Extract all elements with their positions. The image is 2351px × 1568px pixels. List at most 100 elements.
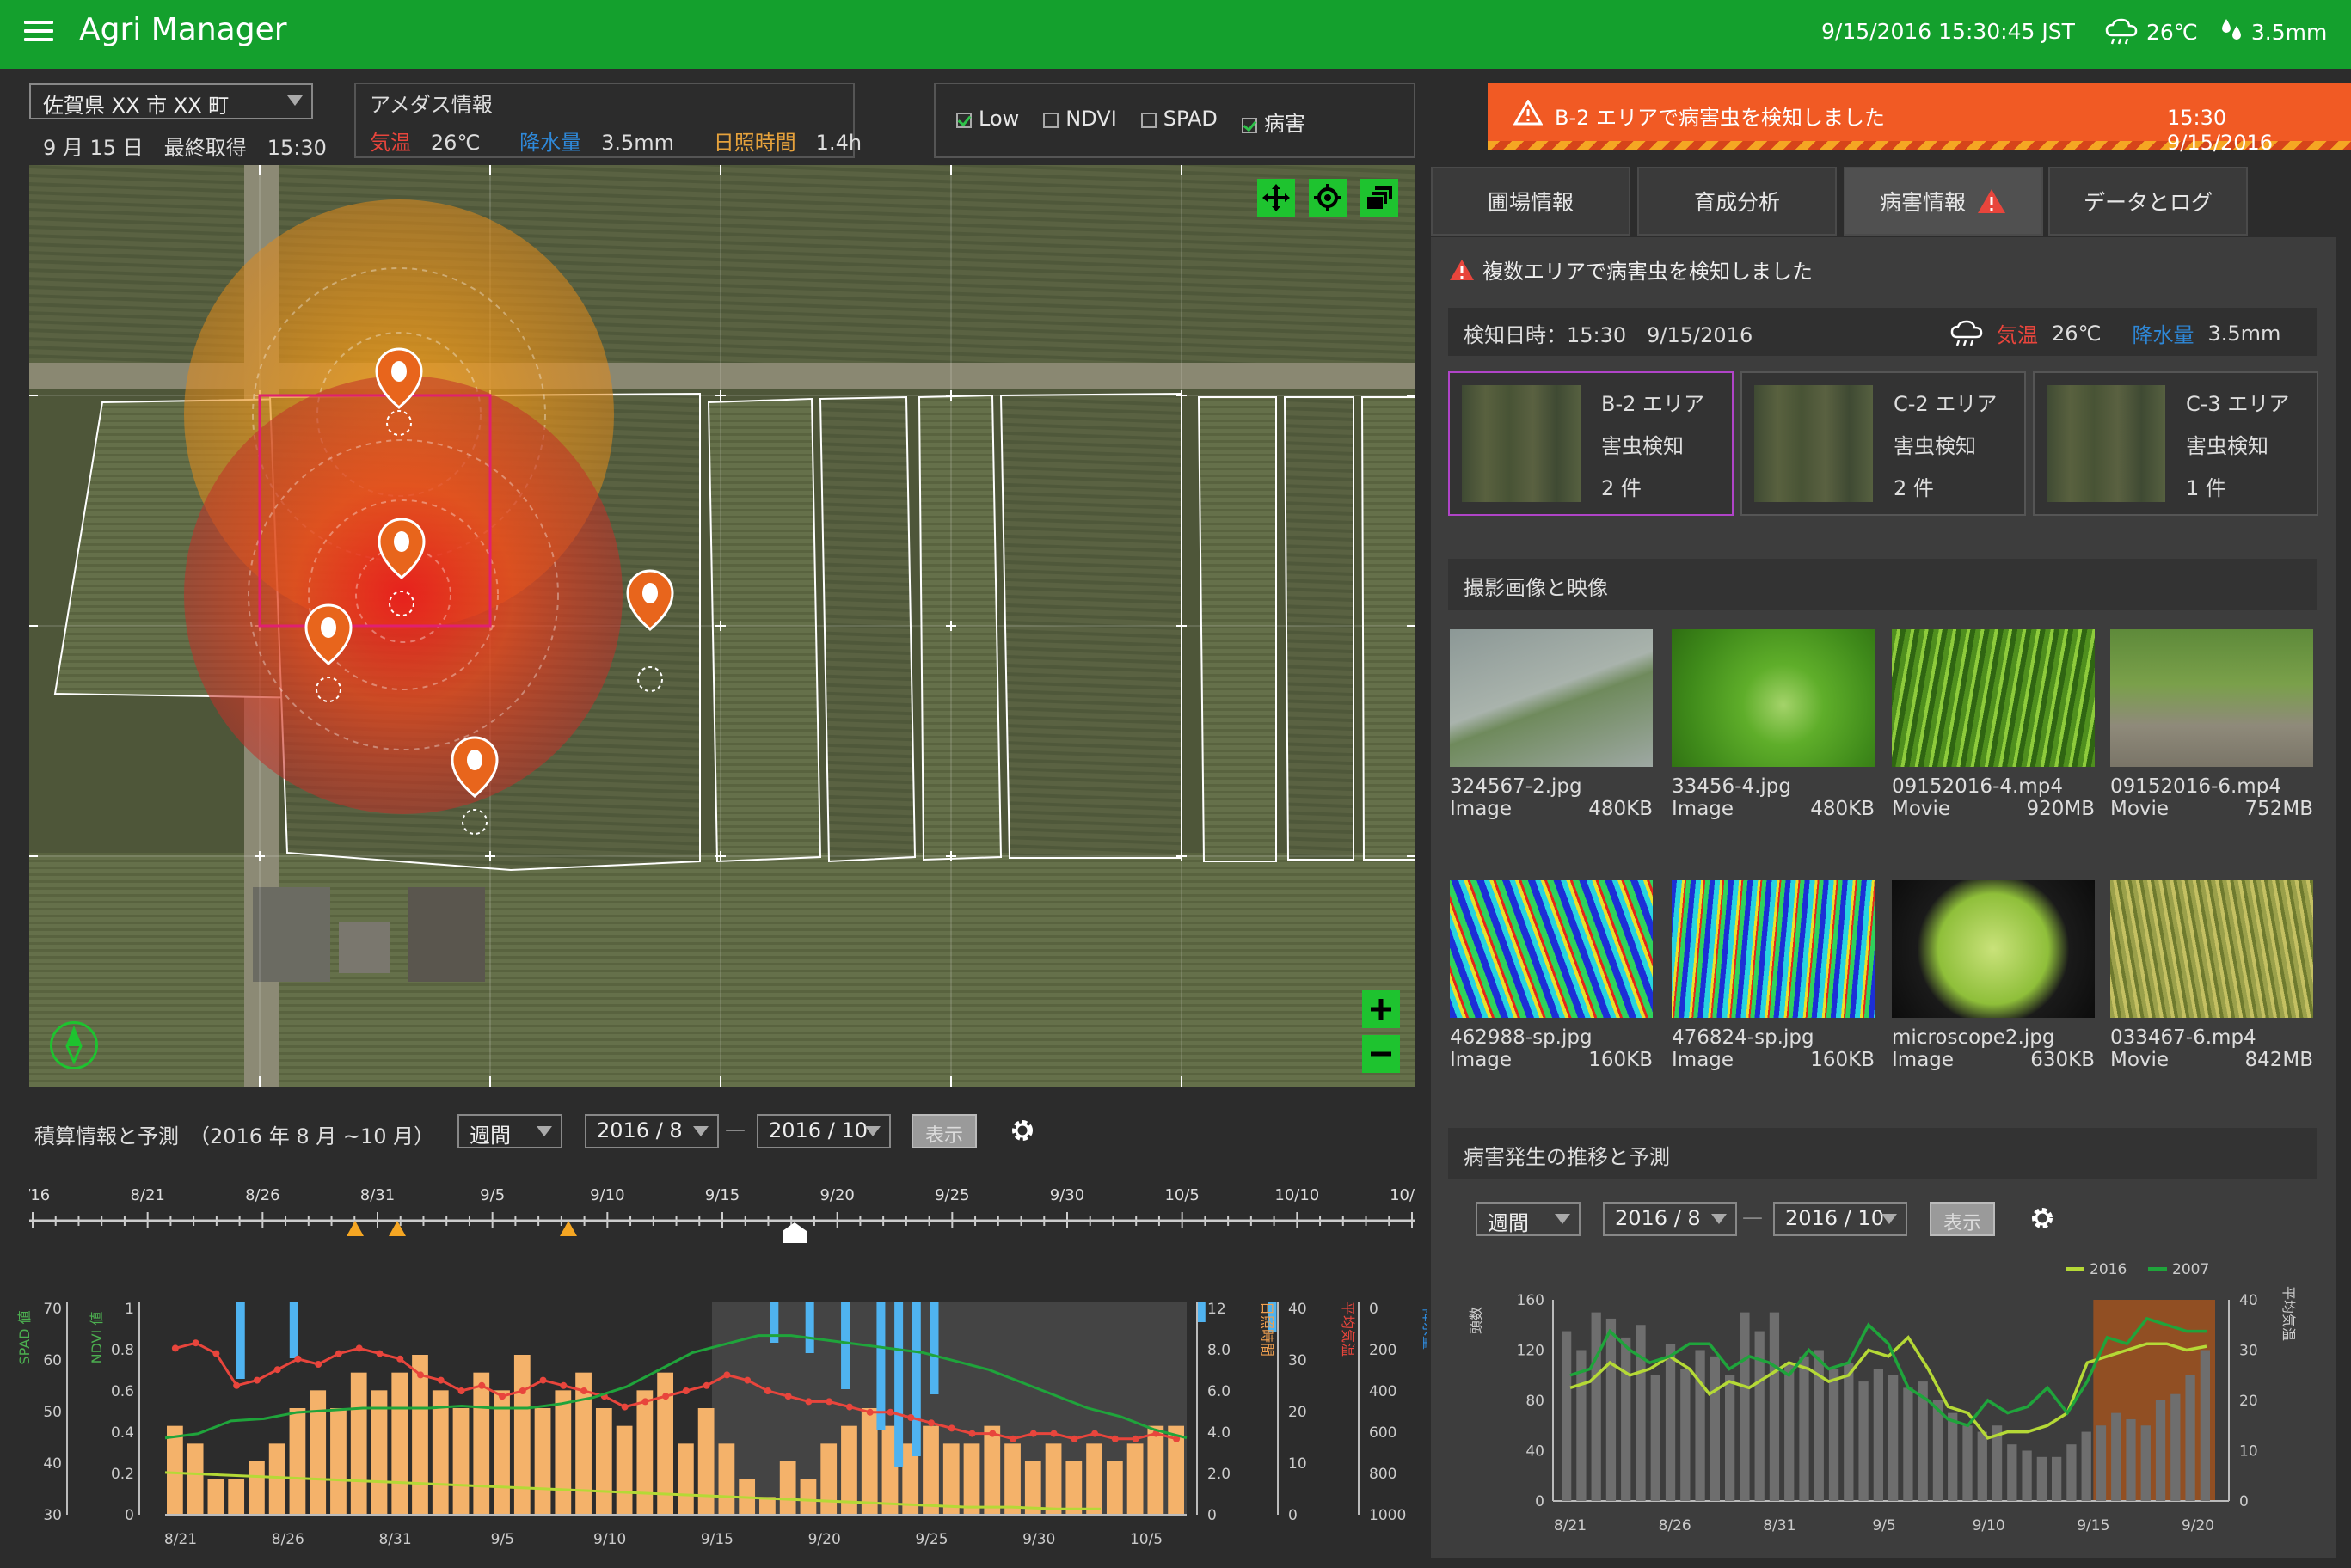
trend-show-button[interactable]: 表示 <box>1930 1202 1996 1236</box>
media-size: 842MB <box>2244 1049 2313 1071</box>
count-bar <box>2081 1431 2091 1501</box>
area-name: C-2 エリア <box>1894 392 1998 416</box>
axis-tick-label: 8.0 <box>1207 1342 1231 1359</box>
minus-icon <box>1371 1051 1391 1057</box>
media-type: Image <box>1892 1049 1955 1071</box>
temp-point <box>805 1398 813 1406</box>
temp-point <box>560 1381 568 1389</box>
layer-ndvi-checkbox[interactable]: NDVI <box>1043 107 1117 137</box>
cumulative-from-select[interactable]: 2016 / 8 <box>585 1114 719 1148</box>
tab-disease-info[interactable]: 病害情報 <box>1844 167 2043 236</box>
count-bar <box>2066 1444 2077 1501</box>
trend-to-select[interactable]: 2016 / 10 <box>1773 1202 1907 1236</box>
count-bar <box>1844 1363 1854 1501</box>
temp-point <box>417 1371 424 1379</box>
count-bar <box>1680 1369 1691 1501</box>
field-map[interactable] <box>29 165 1415 1087</box>
media-filename: 324567-2.jpg <box>1450 775 1582 798</box>
cumulative-to-select[interactable]: 2016 / 10 <box>757 1114 891 1148</box>
header-datetime: 9/15/2016 15:30:45 JST <box>1821 19 2075 44</box>
gear-icon[interactable] <box>1008 1116 1037 1148</box>
layer-disease-checkbox[interactable]: 病害 <box>1241 107 1305 137</box>
axis-tick-label: 0 <box>125 1507 134 1524</box>
media-size: 480KB <box>1588 798 1653 820</box>
crosshair-icon <box>1314 184 1341 211</box>
cumulative-period-select[interactable]: 週間 <box>457 1114 562 1148</box>
area-card-c3[interactable]: C-3 エリア 害虫検知 1 件 <box>2033 371 2318 516</box>
media-item[interactable]: 33456-4.jpg Image 480KB <box>1672 629 1875 820</box>
media-type: Image <box>1672 1049 1734 1071</box>
axis-tick-label: 4.0 <box>1207 1424 1231 1442</box>
y2-axis-title: 平均気温 <box>2280 1286 2297 1341</box>
sunshine-bar <box>1086 1443 1102 1515</box>
media-item[interactable]: 324567-2.jpg Image 480KB <box>1450 629 1653 820</box>
count-bar <box>1695 1350 1705 1501</box>
sunshine-bar <box>800 1479 817 1515</box>
media-size: 160KB <box>1810 1049 1875 1071</box>
sunshine-bar <box>942 1443 960 1515</box>
y2-tick-label: 40 <box>2239 1292 2258 1309</box>
pan-move-button[interactable] <box>1257 179 1295 217</box>
tab-growth-analysis[interactable]: 育成分析 <box>1637 167 1837 236</box>
zoom-out-button[interactable] <box>1362 1035 1400 1073</box>
timeline-slider[interactable]: 8/16 8/21 8/26 8/31 9/5 9/10 9/15 9/20 9/25 9/30 1… <box>15 1178 1434 1264</box>
amedas-temp-label: 気温 <box>370 131 411 155</box>
count-bar <box>1754 1331 1765 1501</box>
temp-point <box>948 1424 955 1432</box>
timeline-label: 9/20 <box>819 1186 854 1204</box>
y2-tick-label: 20 <box>2239 1393 2258 1410</box>
layer-spad-checkbox[interactable]: SPAD <box>1140 107 1218 137</box>
media-item[interactable]: 462988-sp.jpg Image 160KB <box>1450 880 1653 1071</box>
media-item[interactable]: 476824-sp.jpg Image 160KB <box>1672 880 1875 1071</box>
axis-tick-label: 400 <box>1369 1383 1396 1400</box>
media-type: Image <box>1672 798 1734 820</box>
sunshine-bar <box>697 1408 715 1515</box>
temp-point <box>682 1387 690 1394</box>
count-bar <box>1858 1381 1869 1501</box>
compass-icon[interactable] <box>50 1021 98 1069</box>
media-item[interactable]: 09152016-6.mp4 Movie 752MB <box>2110 629 2313 820</box>
sunshine-bar <box>1065 1461 1083 1515</box>
area-card-b2[interactable]: B-2 エリア 害虫検知 2 件 <box>1448 371 1734 516</box>
sunshine-bar <box>289 1408 306 1515</box>
sunshine-bar <box>228 1479 245 1515</box>
x-tick-label: 9/15 <box>2077 1517 2109 1534</box>
media-section-header: 撮影画像と映像 <box>1448 559 2317 610</box>
layers-button[interactable] <box>1360 179 1398 217</box>
axis-tick-label: 6.0 <box>1207 1383 1231 1400</box>
x-tick-label: 8/31 <box>1763 1517 1795 1534</box>
media-item[interactable]: 033467-6.mp4 Movie 842MB <box>2110 880 2313 1071</box>
trend-period-select[interactable]: 週間 <box>1476 1202 1581 1236</box>
y-tick-label: 40 <box>1525 1443 1544 1461</box>
gear-icon[interactable] <box>2028 1204 2057 1236</box>
area-count: 2 件 <box>1894 476 1934 500</box>
y-tick-label: 160 <box>1517 1292 1544 1309</box>
locate-button[interactable] <box>1309 179 1347 217</box>
zoom-in-button[interactable] <box>1362 990 1400 1028</box>
layer-low-checkbox[interactable]: Low <box>956 107 1019 137</box>
hamburger-menu-icon[interactable] <box>24 21 53 46</box>
chevron-down-icon <box>537 1126 552 1136</box>
sunshine-bar <box>1045 1443 1062 1515</box>
trend-from-select[interactable]: 2016 / 8 <box>1603 1202 1737 1236</box>
media-item[interactable]: 09152016-4.mp4 Movie 920MB <box>1892 629 2095 820</box>
area-card-c2[interactable]: C-2 エリア 害虫検知 2 件 <box>1740 371 2026 516</box>
timeline-handle[interactable] <box>783 1222 807 1243</box>
tab-label: 圃場情報 <box>1487 190 1574 215</box>
media-thumbnail <box>1672 880 1875 1018</box>
tab-data-log[interactable]: データとログ <box>2048 167 2248 236</box>
x-tick-label: 9/5 <box>1872 1517 1895 1534</box>
period-value: 週間 <box>470 1124 511 1148</box>
axis-tick-label: 50 <box>43 1404 62 1421</box>
temp-point <box>826 1398 833 1406</box>
cumulative-show-button[interactable]: 表示 <box>912 1114 978 1148</box>
chevron-down-icon <box>865 1126 881 1136</box>
region-select[interactable]: 佐賀県 XX 市 XX 町 <box>29 83 313 119</box>
temp-point <box>1091 1430 1099 1437</box>
to-value: 2016 / 10 <box>769 1118 868 1142</box>
tab-field-info[interactable]: 圃場情報 <box>1431 167 1630 236</box>
media-item[interactable]: microscope2.jpg Image 630KB <box>1892 880 2095 1071</box>
detect-weather: 気温 26℃ 降水量 3.5mm <box>1950 318 2280 348</box>
timeline-label: 8/31 <box>360 1186 395 1204</box>
sunshine-bar <box>391 1372 408 1515</box>
